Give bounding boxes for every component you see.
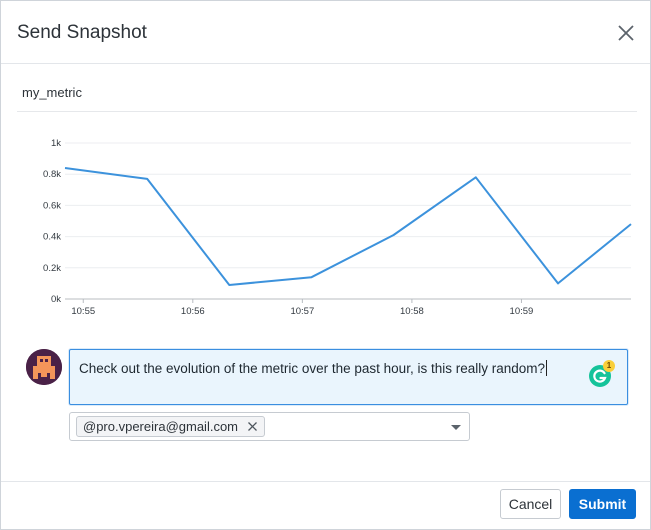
metric-name: my_metric xyxy=(22,85,82,100)
grammarly-count-badge: 1 xyxy=(603,360,615,372)
cancel-button[interactable]: Cancel xyxy=(500,489,561,519)
send-snapshot-dialog: Send Snapshot my_metric 0k 0.2k 0.4k 0.6k 0.… xyxy=(0,0,651,530)
dialog-header: Send Snapshot xyxy=(1,1,650,64)
recipient-chip-label: @pro.vpereira@gmail.com xyxy=(83,419,238,434)
avatar xyxy=(26,349,62,385)
text-caret xyxy=(546,360,547,376)
chart-svg: 0k 0.2k 0.4k 0.6k 0.8k 1k 10:55 10:56 10:57 10:58… xyxy=(43,138,632,317)
y-tick-label: 0k xyxy=(51,294,61,305)
metric-chart: 0k 0.2k 0.4k 0.6k 0.8k 1k 10:55 10:56 10:57 10:58… xyxy=(17,131,637,331)
dialog-title: Send Snapshot xyxy=(17,22,147,43)
close-icon[interactable] xyxy=(613,20,639,46)
recipient-chip: @pro.vpereira@gmail.com xyxy=(76,416,265,437)
divider xyxy=(17,111,637,112)
recipients-select[interactable]: @pro.vpereira@gmail.com xyxy=(69,412,470,441)
comment-text-value: Check out the evolution of the metric ov… xyxy=(79,361,545,376)
y-tick-label: 0.4k xyxy=(43,232,61,243)
y-tick-label: 0.2k xyxy=(43,263,61,274)
comment-input[interactable]: Check out the evolution of the metric ov… xyxy=(69,349,628,405)
submit-button[interactable]: Submit xyxy=(569,489,636,519)
y-tick-label: 1k xyxy=(51,138,61,149)
y-tick-label: 0.8k xyxy=(43,169,61,180)
y-tick-label: 0.6k xyxy=(43,200,61,211)
comment-text: Check out the evolution of the metric ov… xyxy=(79,360,547,376)
footer-divider xyxy=(1,481,650,482)
chevron-down-icon[interactable] xyxy=(450,424,462,431)
x-tick-label: 10:58 xyxy=(400,306,424,317)
remove-recipient-icon[interactable] xyxy=(247,421,258,432)
x-tick-label: 10:56 xyxy=(181,306,205,317)
x-tick-label: 10:57 xyxy=(290,306,314,317)
avatar-icon xyxy=(26,349,62,385)
x-tick-label: 10:59 xyxy=(510,306,534,317)
x-tick-label: 10:55 xyxy=(71,306,95,317)
